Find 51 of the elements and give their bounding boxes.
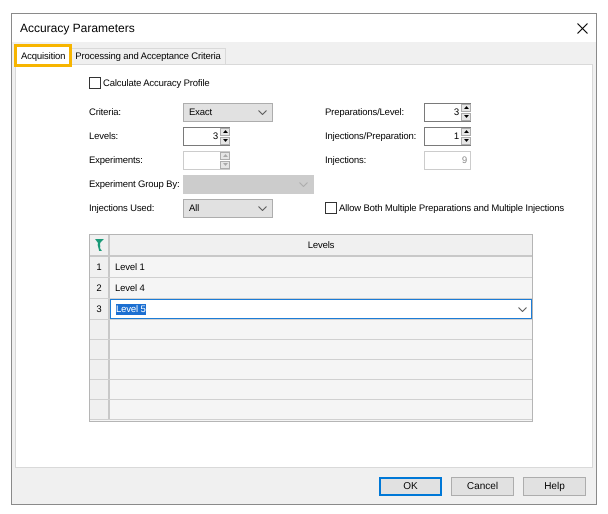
dialog-button[interactable]: Cancel <box>451 477 514 496</box>
tab[interactable]: Acquisition <box>16 46 70 65</box>
field-label: Injections/Preparation: <box>325 130 418 142</box>
spin-up-button[interactable] <box>461 128 471 136</box>
spin-field[interactable]: 3 <box>424 102 471 122</box>
up-arrow-icon <box>464 106 468 109</box>
up-arrow-icon <box>222 154 228 157</box>
cell-editor[interactable]: Level 5 <box>110 299 532 319</box>
down-arrow-icon <box>464 115 468 118</box>
field-label: Preparations/Level: <box>325 106 406 118</box>
column-header: Levels <box>110 235 532 255</box>
field-label: Levels: <box>89 130 120 142</box>
checkbox[interactable] <box>89 77 101 89</box>
tab[interactable]: Processing and Acceptance Criteria <box>70 48 226 64</box>
field-label: Criteria: <box>89 106 122 118</box>
table-cell-text: Level 1 <box>114 260 146 274</box>
field-label: Injections Used: <box>89 202 156 214</box>
funnel-icon <box>94 238 104 252</box>
field-label: Experiment Group By: <box>89 178 180 190</box>
dialog-button[interactable]: OK <box>379 477 442 496</box>
spin-up-button[interactable] <box>461 104 471 112</box>
checkbox-label: Allow Both Multiple Preparations and Multiple Injections <box>339 202 564 214</box>
chevron-icon <box>258 206 267 210</box>
down-arrow-icon <box>464 139 468 142</box>
checkbox[interactable] <box>325 202 337 214</box>
table-cell-text: Level 4 <box>114 282 146 296</box>
close-icon[interactable] <box>577 22 588 34</box>
spin-down-button[interactable] <box>461 112 471 120</box>
row-number: 3 <box>90 299 110 319</box>
chevron-icon <box>518 306 527 312</box>
field-label: Injections: <box>325 154 368 166</box>
text-field: 9 <box>424 150 471 170</box>
chevron-icon <box>258 110 267 114</box>
checkbox-label: Calculate Accuracy Profile <box>103 78 210 88</box>
window-title: Accuracy Parameters <box>20 21 135 35</box>
down-arrow-icon <box>222 163 228 166</box>
spin-up-button[interactable] <box>220 128 230 136</box>
row-number: 2 <box>90 278 110 298</box>
up-arrow-icon <box>222 130 228 133</box>
row-number: 1 <box>90 257 110 277</box>
chevron-icon <box>299 182 308 186</box>
dropdown[interactable]: Exact <box>183 102 273 122</box>
up-arrow-icon <box>464 130 468 133</box>
field-label: Experiments: <box>89 154 144 166</box>
spin-down-button[interactable] <box>220 136 230 144</box>
spin-field[interactable]: 1 <box>424 126 471 146</box>
dropdown[interactable]: All <box>183 198 273 218</box>
spin-down-button[interactable] <box>461 136 471 144</box>
dialog-button[interactable]: Help <box>523 477 586 496</box>
down-arrow-icon <box>222 139 228 142</box>
spin-field[interactable]: 3 <box>183 126 230 146</box>
